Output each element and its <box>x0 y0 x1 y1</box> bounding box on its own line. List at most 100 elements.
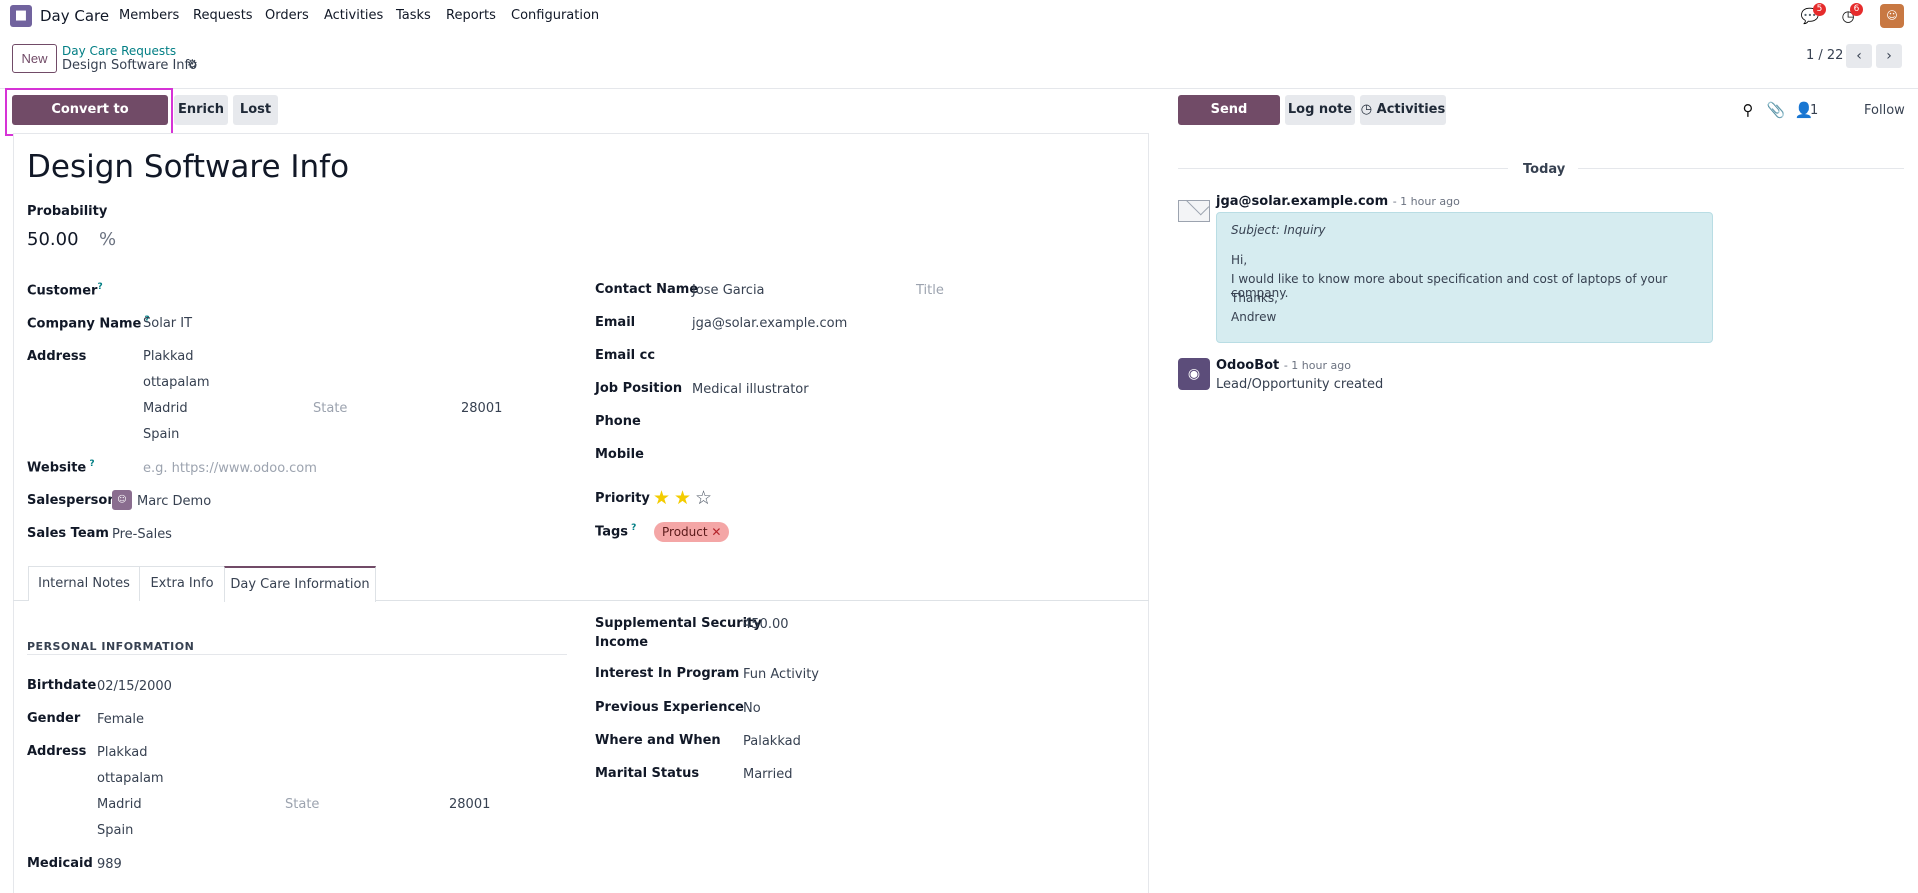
city-input[interactable]: Madrid <box>143 401 188 416</box>
dc-country-input[interactable]: Spain <box>97 823 133 838</box>
contact-name-input[interactable]: Jose Garcia <box>692 283 765 298</box>
sales-team-label: Sales Team <box>27 526 109 541</box>
menu-requests[interactable]: Requests <box>193 8 253 23</box>
medicaid-label: Medicaid <box>27 856 93 871</box>
tags-label: Tags ? <box>595 523 637 540</box>
interest-label: Interest In Program <box>595 666 740 681</box>
ssi-label: Supplemental Security <box>595 616 762 631</box>
phone-input[interactable] <box>692 413 1132 431</box>
mobile-label: Mobile <box>595 447 644 462</box>
menu-configuration[interactable]: Configuration <box>511 8 599 23</box>
lost-button[interactable]: Lost <box>233 95 278 125</box>
search-icon[interactable]: ⚲ <box>1738 100 1758 120</box>
marital-status-label: Marital Status <box>595 766 700 781</box>
pager-previous-button[interactable]: ‹ <box>1846 44 1872 68</box>
messages-badge: 5 <box>1813 3 1826 16</box>
ssi-input[interactable]: 450.00 <box>743 617 789 632</box>
date-divider-left <box>1178 168 1508 169</box>
interest-input[interactable]: Fun Activity <box>743 667 819 682</box>
state-input[interactable]: State <box>313 401 347 416</box>
contact-name-label: Contact Name <box>595 282 699 297</box>
app-icon[interactable]: ■ <box>10 5 32 27</box>
user-avatar[interactable]: ☺ <box>1880 4 1904 28</box>
email-cc-label: Email cc <box>595 348 656 363</box>
breadcrumb-current: Design Software Info <box>62 58 198 73</box>
dc-city-input[interactable]: Madrid <box>97 797 142 812</box>
gear-icon[interactable]: ⚙ <box>187 57 198 71</box>
pager-value[interactable]: 1 / 22 <box>1806 48 1843 63</box>
where-when-input[interactable]: Palakkad <box>743 734 801 749</box>
tab-internal-notes[interactable]: Internal Notes <box>28 566 140 601</box>
lead-title[interactable]: Design Software Info <box>27 149 349 185</box>
activities-button[interactable]: ◷ Activities <box>1360 95 1446 125</box>
message-line: I would like to know more about specific… <box>1231 272 1668 300</box>
ssi-label-line2: Income <box>595 635 649 650</box>
menu-reports[interactable]: Reports <box>446 8 496 23</box>
message-author[interactable]: jga@solar.example.com - 1 hour ago <box>1216 194 1460 209</box>
customer-label: Customer? <box>27 282 103 299</box>
sales-team-input[interactable]: Pre-Sales <box>112 527 172 542</box>
followers-count[interactable]: 1 <box>1810 103 1818 118</box>
dc-street2-input[interactable]: ottapalam <box>97 771 164 786</box>
dc-zip-input[interactable]: 28001 <box>449 797 490 812</box>
message-author[interactable]: OdooBot - 1 hour ago <box>1216 358 1351 373</box>
tag-remove-icon[interactable]: ✕ <box>711 525 721 539</box>
priority-star-icon[interactable]: ★ <box>653 487 670 509</box>
company-input[interactable]: Solar IT <box>143 316 192 331</box>
enrich-button[interactable]: Enrich <box>174 95 228 125</box>
dc-state-input[interactable]: State <box>285 797 319 812</box>
marital-status-input[interactable]: Married <box>743 767 793 782</box>
menu-activities[interactable]: Activities <box>324 8 383 23</box>
tab-day-care-information[interactable]: Day Care Information <box>224 566 376 602</box>
tag-badge: Product ✕ <box>654 522 730 542</box>
priority-star-icon[interactable]: ☆ <box>695 487 712 509</box>
country-input[interactable]: Spain <box>143 427 179 442</box>
job-position-label: Job Position <box>595 381 683 396</box>
tab-extra-info[interactable]: Extra Info <box>139 566 225 601</box>
contact-title-input[interactable]: Title <box>916 283 944 298</box>
app-name[interactable]: Day Care <box>40 7 109 25</box>
log-note-button[interactable]: Log note <box>1285 95 1355 125</box>
birthdate-input[interactable]: 02/15/2000 <box>97 679 172 694</box>
section-title: PERSONAL INFORMATION <box>27 640 195 653</box>
website-input[interactable]: e.g. https://www.odoo.com <box>143 461 317 476</box>
medicaid-input[interactable]: 989 <box>97 857 122 872</box>
send-message-button[interactable]: Send message <box>1178 95 1280 147</box>
previous-experience-input[interactable]: No <box>743 701 761 716</box>
clock-icon: ◷ <box>1360 102 1373 117</box>
gender-input[interactable]: Female <box>97 712 144 727</box>
menu-orders[interactable]: Orders <box>265 8 309 23</box>
email-cc-input[interactable] <box>692 347 1132 365</box>
mobile-input[interactable] <box>692 446 1132 464</box>
email-input[interactable]: jga@solar.example.com <box>692 316 847 331</box>
website-label: Website ? <box>27 459 95 476</box>
odoobot-avatar: ◉ <box>1178 358 1210 390</box>
header-divider <box>0 88 1918 89</box>
new-button[interactable]: New <box>12 44 57 73</box>
message-bubble: Subject: Inquiry Hi, I would like to kno… <box>1216 212 1713 343</box>
where-when-label: Where and When <box>595 733 721 748</box>
section-divider <box>27 654 567 655</box>
breadcrumb-parent[interactable]: Day Care Requests <box>62 44 176 58</box>
menu-members[interactable]: Members <box>119 8 179 23</box>
zip-input[interactable]: 28001 <box>461 401 502 416</box>
attachment-icon[interactable]: 📎 <box>1766 100 1786 120</box>
job-position-input[interactable]: Medical illustrator <box>692 382 809 397</box>
salesperson-label: Salesperson <box>27 493 117 508</box>
salesperson-avatar: ☺ <box>112 490 132 510</box>
message-line: Andrew <box>1231 310 1277 324</box>
street-input[interactable]: Plakkad <box>143 349 193 364</box>
probability-input[interactable]: 50.00 <box>27 229 79 250</box>
street2-input[interactable]: ottapalam <box>143 375 210 390</box>
menu-tasks[interactable]: Tasks <box>396 8 431 23</box>
priority-star-icon[interactable]: ★ <box>674 487 691 509</box>
dc-address-label: Address <box>27 744 87 759</box>
convert-to-opportunity-button[interactable]: Convert to Opportunity <box>12 95 168 147</box>
dc-street-input[interactable]: Plakkad <box>97 745 147 760</box>
salesperson-input[interactable]: Marc Demo <box>137 494 211 509</box>
follow-button[interactable]: Follow <box>1864 103 1905 118</box>
customer-input[interactable] <box>143 280 563 298</box>
phone-label: Phone <box>595 414 641 429</box>
birthdate-label: Birthdate <box>27 678 97 693</box>
pager-next-button[interactable]: › <box>1876 44 1902 68</box>
